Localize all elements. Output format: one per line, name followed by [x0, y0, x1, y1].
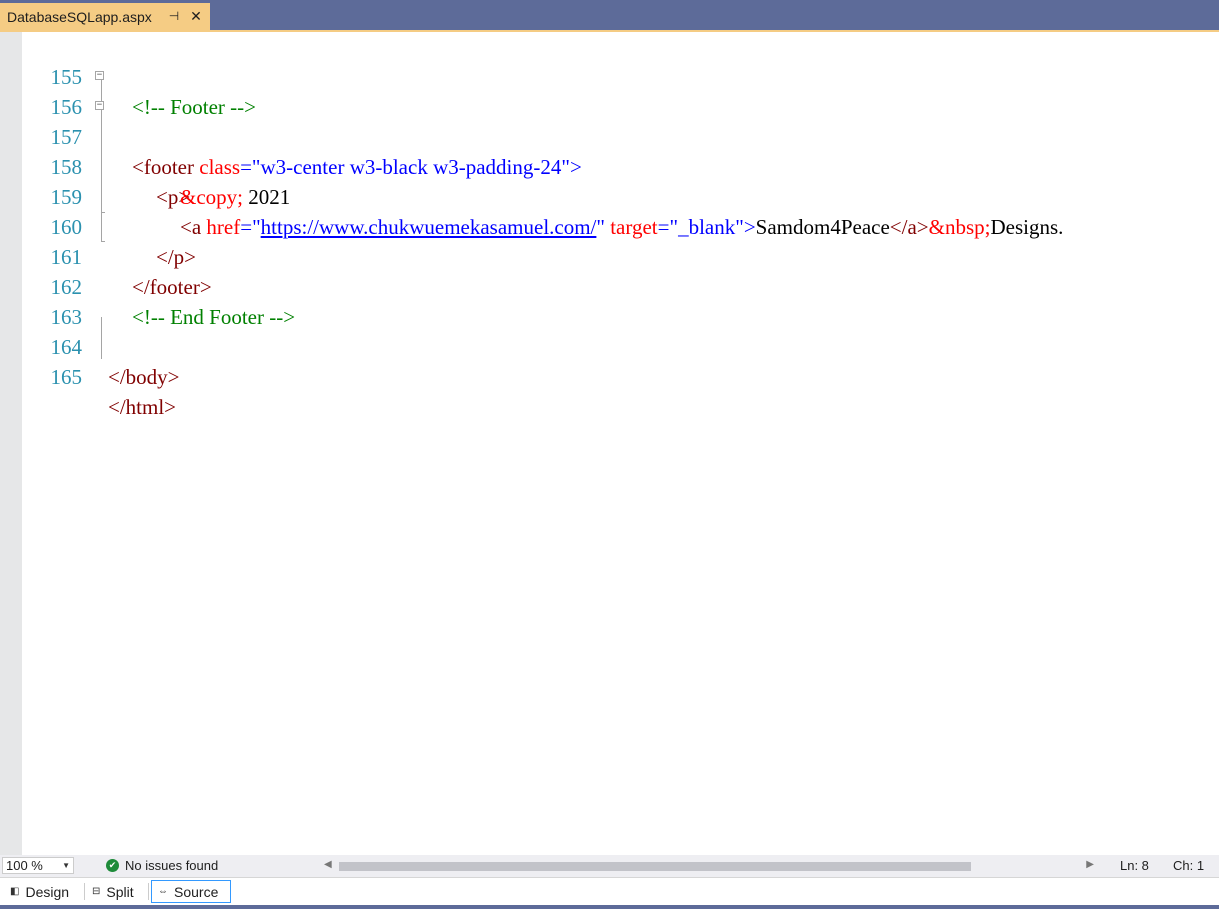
editor-margin — [0, 32, 22, 855]
collapse-icon[interactable]: − — [95, 101, 104, 110]
divider — [148, 883, 149, 900]
code-line: 163 — [22, 272, 1219, 329]
issues-text: No issues found — [125, 858, 219, 873]
collapse-icon[interactable]: − — [95, 71, 104, 80]
chevron-down-icon: ▼ — [62, 861, 70, 870]
document-tab-strip: DatabaseSQLapp.aspx ⊣ ✕ — [0, 0, 1219, 30]
horizontal-scrollbar[interactable]: ◀ ▶ — [324, 859, 1094, 873]
code-line: 159 <a href="https://www.chukwuemekasamu… — [22, 152, 1219, 239]
code-line: 156 − <footer class="w3-center w3-black … — [22, 62, 1219, 180]
view-switcher: ◧ Design ⊟ Split ⇔ Source — [0, 877, 1219, 905]
close-icon[interactable]: ✕ — [189, 7, 203, 25]
check-circle-icon: ✔ — [106, 859, 119, 872]
code-line: 157 − <p> — [22, 92, 1219, 210]
scroll-left-icon[interactable]: ◀ — [324, 859, 332, 870]
window-bottom-frame — [0, 905, 1219, 909]
split-icon: ⊟ — [92, 886, 101, 897]
zoom-value: 100 % — [6, 858, 43, 873]
document-tab[interactable]: DatabaseSQLapp.aspx ⊣ ✕ — [0, 3, 210, 30]
line-indicator[interactable]: Ln: 8 — [1120, 858, 1149, 873]
code-editor[interactable]: 155 <!-- Footer --> 156 − <footer class=… — [22, 32, 1219, 855]
code-line: 161 </footer> — [22, 212, 1219, 299]
scrollbar-thumb[interactable] — [339, 862, 971, 871]
scroll-right-icon[interactable]: ▶ — [1086, 859, 1094, 870]
divider — [84, 883, 85, 900]
code-line: 165 </html> — [22, 332, 1219, 419]
source-code-icon: ⇔ — [158, 886, 168, 897]
tag-name: </html> — [108, 395, 177, 419]
source-view-label: Source — [174, 883, 219, 900]
design-view-button[interactable]: ◧ Design — [4, 880, 75, 903]
split-view-label: Split — [106, 883, 134, 900]
line-number: 165 — [50, 365, 83, 389]
zoom-select[interactable]: 100 % ▼ — [2, 857, 74, 874]
code-line: 162 <!-- End Footer --> — [22, 242, 1219, 329]
code-line: 164 </body> — [22, 302, 1219, 389]
code-line: 158 &copy; 2021 — [22, 122, 1219, 209]
design-icon: ◧ — [10, 886, 20, 897]
code-line: 155 <!-- Footer --> — [22, 32, 1219, 119]
code-line: 160 </p> — [22, 182, 1219, 269]
source-view-button[interactable]: ⇔ Source — [151, 880, 231, 903]
pin-icon[interactable]: ⊣ — [167, 7, 181, 25]
document-tab-title: DatabaseSQLapp.aspx — [7, 8, 152, 25]
column-indicator[interactable]: Ch: 1 — [1173, 858, 1204, 873]
issues-indicator[interactable]: ✔ No issues found — [106, 858, 218, 873]
tag-name: </body> — [108, 365, 180, 389]
editor-status-bar: 100 % ▼ ✔ No issues found ◀ ▶ Ln: 8 Ch: … — [0, 855, 1219, 877]
design-view-label: Design — [25, 883, 70, 900]
split-view-button[interactable]: ⊟ Split — [86, 880, 140, 903]
